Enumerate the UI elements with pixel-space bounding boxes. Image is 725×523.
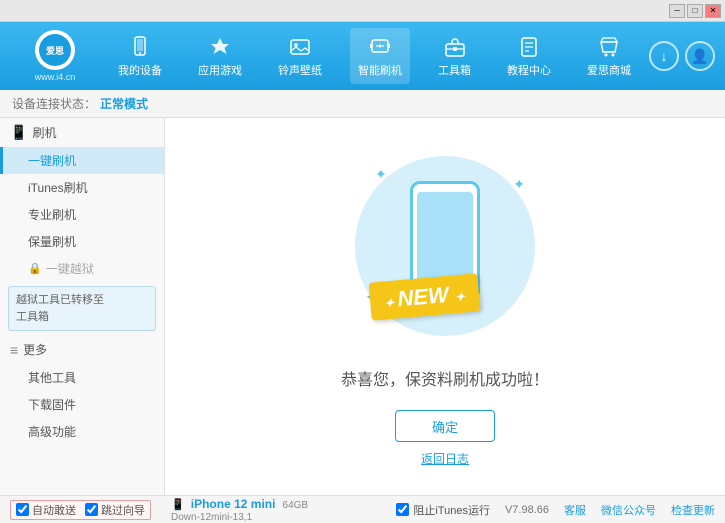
nav-label-store: 爱思商城 [587, 62, 631, 78]
other-tools-label: 其他工具 [28, 371, 76, 385]
status-label: 设备连接状态： [12, 95, 96, 112]
sidebar-notice-jailbreak: 越狱工具已转移至工具箱 [8, 286, 156, 331]
sparkle-top-left: ✦ [375, 166, 387, 183]
tutorial-icon [516, 34, 542, 60]
device-icon [127, 34, 153, 60]
app-games-icon [207, 34, 233, 60]
nav-item-app-games[interactable]: 应用游戏 [190, 28, 250, 84]
back-link[interactable]: 返回日志 [421, 450, 469, 467]
nav-items: 我的设备 应用游戏 铃声壁纸 智能刷机 工具箱 [100, 28, 649, 84]
smart-flash-icon [367, 34, 393, 60]
store-icon [596, 34, 622, 60]
logo-circle: 爱思 [35, 30, 75, 70]
success-text: 恭喜您，保资料刷机成功啦！ [341, 366, 549, 390]
pro-flash-label: 专业刷机 [28, 208, 76, 222]
jailbreak-label: 一键越狱 [46, 260, 94, 277]
auto-launch-label: 自动敢送 [32, 502, 76, 518]
sidebar-section-jailbreak: 🔒 一键越狱 [0, 255, 164, 282]
new-badge-text: NEW [396, 282, 449, 311]
nav-item-my-device[interactable]: 我的设备 [110, 28, 170, 84]
download-firmware-label: 下载固件 [28, 398, 76, 412]
sidebar-item-other-tools[interactable]: 其他工具 [0, 364, 164, 391]
nav-item-store[interactable]: 爱思商城 [579, 28, 639, 84]
more-section-label: 更多 [23, 341, 47, 358]
itunes-status: 阻止iTunes运行 [396, 502, 490, 518]
checkbox-group: 自动敢送 跳过向导 [10, 500, 151, 520]
itunes-label: 阻止iTunes运行 [413, 502, 490, 518]
skip-wizard-label: 跳过向导 [101, 502, 145, 518]
title-bar: ─ □ ✕ [0, 0, 725, 22]
sidebar-section-flash: 📱 刷机 [0, 118, 164, 147]
phone-screen [417, 192, 473, 282]
download-btn[interactable]: ↓ [649, 41, 679, 71]
wechat-link[interactable]: 微信公众号 [601, 502, 656, 518]
close-btn[interactable]: ✕ [705, 4, 721, 18]
wallpaper-icon [287, 34, 313, 60]
logo-area: 爱思 www.i4.cn [10, 30, 100, 82]
bottom-right: 阻止iTunes运行 V7.98.66 客服 微信公众号 检查更新 [396, 502, 715, 518]
status-bar: 设备连接状态： 正常模式 [0, 90, 725, 118]
sidebar-item-save-flash[interactable]: 保量刷机 [0, 228, 164, 255]
nav-label-app-games: 应用游戏 [198, 62, 242, 78]
itunes-flash-label: iTunes刷机 [28, 181, 88, 195]
sidebar-item-pro-flash[interactable]: 专业刷机 [0, 201, 164, 228]
main-layout: 📱 刷机 一键刷机 iTunes刷机 专业刷机 保量刷机 🔒 一键越狱 越狱工具… [0, 118, 725, 495]
confirm-button[interactable]: 确定 [395, 410, 495, 442]
skip-wizard-checkbox[interactable] [85, 503, 98, 516]
success-illustration: ✦ ✦ ✦ NEW [335, 146, 555, 346]
more-section-icon: ≡ [10, 342, 18, 358]
flash-section-label: 刷机 [32, 124, 56, 141]
nav-item-tutorial[interactable]: 教程中心 [499, 28, 559, 84]
nav-label-wallpaper: 铃声壁纸 [278, 62, 322, 78]
logo-subtext: www.i4.cn [35, 72, 76, 82]
nav-label-toolbox: 工具箱 [438, 62, 471, 78]
version-text: V7.98.66 [505, 504, 549, 516]
lock-icon: 🔒 [28, 262, 42, 275]
flash-section-icon: 📱 [10, 124, 27, 141]
bottom-bar: 自动敢送 跳过向导 📱 iPhone 12 mini 64GB Down-12m… [0, 495, 725, 523]
nav-label-tutorial: 教程中心 [507, 62, 551, 78]
sidebar-item-one-click-flash[interactable]: 一键刷机 [0, 147, 164, 174]
check-update-link[interactable]: 检查更新 [671, 502, 715, 518]
nav-item-wallpaper[interactable]: 铃声壁纸 [270, 28, 330, 84]
advanced-label: 高级功能 [28, 425, 76, 439]
save-flash-label: 保量刷机 [28, 235, 76, 249]
sidebar-section-more: ≡ 更多 [0, 335, 164, 364]
nav-item-toolbox[interactable]: 工具箱 [430, 28, 479, 84]
maximize-btn[interactable]: □ [687, 4, 703, 18]
device-name: iPhone 12 mini [191, 497, 276, 511]
sidebar-item-itunes-flash[interactable]: iTunes刷机 [0, 174, 164, 201]
logo-inner: 爱思 [39, 34, 71, 66]
nav-item-smart-flash[interactable]: 智能刷机 [350, 28, 410, 84]
top-nav: 爱思 www.i4.cn 我的设备 应用游戏 铃声壁纸 智能刷机 [0, 22, 725, 90]
sidebar: 📱 刷机 一键刷机 iTunes刷机 专业刷机 保量刷机 🔒 一键越狱 越狱工具… [0, 118, 165, 495]
sidebar-item-download-firmware[interactable]: 下载固件 [0, 391, 164, 418]
device-firmware: Down-12mini-13,1 [171, 512, 252, 523]
one-click-flash-label: 一键刷机 [28, 154, 76, 168]
device-info: 📱 iPhone 12 mini 64GB Down-12mini-13,1 [171, 497, 308, 523]
sidebar-item-advanced[interactable]: 高级功能 [0, 418, 164, 445]
nav-label-smart-flash: 智能刷机 [358, 62, 402, 78]
minimize-btn[interactable]: ─ [669, 4, 685, 18]
nav-right: ↓ 👤 [649, 41, 715, 71]
itunes-checkbox[interactable] [396, 503, 409, 516]
bottom-left: 自动敢送 跳过向导 📱 iPhone 12 mini 64GB Down-12m… [10, 497, 396, 523]
device-icon-small: 📱 [171, 499, 185, 511]
nav-label-my-device: 我的设备 [118, 62, 162, 78]
device-capacity: 64GB [283, 500, 309, 511]
content-area: ✦ ✦ ✦ NEW 恭喜您，保资料刷机成功啦！ 确定 返回日志 [165, 118, 725, 495]
toolbox-icon [442, 34, 468, 60]
status-value: 正常模式 [100, 95, 148, 112]
auto-launch-checkbox[interactable] [16, 503, 29, 516]
customer-service-link[interactable]: 客服 [564, 502, 586, 518]
jailbreak-notice-text: 越狱工具已转移至工具箱 [16, 294, 104, 323]
sparkle-top-right: ✦ [513, 176, 525, 193]
user-btn[interactable]: 👤 [685, 41, 715, 71]
confirm-btn-label: 确定 [432, 417, 458, 436]
